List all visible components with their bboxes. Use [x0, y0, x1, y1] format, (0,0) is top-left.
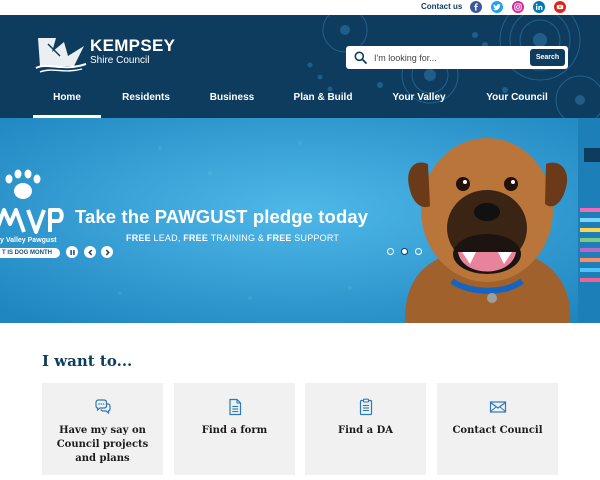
- card-label: Contact Council: [452, 425, 543, 436]
- twitter-icon[interactable]: [491, 1, 503, 13]
- chevron-left-icon: [87, 249, 92, 255]
- search-icon: [354, 51, 367, 64]
- utility-bar: Contact us: [0, 0, 600, 15]
- hero-sub-free-1: FREE: [126, 233, 151, 243]
- logo-emblem: [35, 38, 87, 73]
- hero-sub-support: SUPPORT: [291, 233, 340, 243]
- hero-sub-free-2: FREE: [183, 233, 209, 243]
- linkedin-icon[interactable]: [533, 1, 545, 13]
- nav-your-council[interactable]: Your Council: [476, 92, 558, 118]
- site-header: KEMPSEY Shire Council Search Home Reside…: [0, 15, 600, 118]
- nav-residents[interactable]: Residents: [114, 92, 178, 118]
- card-have-my-say[interactable]: Have my say on Council projects and plan…: [42, 383, 163, 475]
- nav-business[interactable]: Business: [198, 92, 266, 118]
- instagram-icon[interactable]: [512, 1, 524, 13]
- facebook-icon[interactable]: [470, 1, 482, 13]
- slide-dot-3[interactable]: [415, 248, 422, 255]
- hero-subheadline: FREE LEAD, FREE TRAINING & FREE SUPPORT: [126, 233, 339, 243]
- slide-dot-2[interactable]: [401, 248, 408, 255]
- logo-subtitle: Shire Council: [90, 55, 150, 66]
- page: Contact us KEMPSEY Shire Council I'm loo…: [0, 0, 600, 480]
- card-label: Have my say on Council projects and plan…: [56, 425, 149, 464]
- brand-pill: T IS DOG MONTH: [0, 248, 60, 258]
- previous-slide-button[interactable]: [84, 246, 96, 258]
- card-find-a-da[interactable]: Find a DA: [305, 383, 426, 475]
- card-find-a-form[interactable]: Find a form: [174, 383, 295, 475]
- nav-home[interactable]: Home: [33, 92, 101, 118]
- nav-plan-build[interactable]: Plan & Build: [284, 92, 362, 118]
- card-contact-council[interactable]: Contact Council: [437, 383, 558, 475]
- chevron-right-icon: [105, 249, 110, 255]
- search-bar: Search: [346, 46, 568, 69]
- search-button[interactable]: Search: [530, 49, 565, 66]
- main-nav: Home Residents Business Plan & Build You…: [0, 85, 600, 118]
- poster-fragment: [578, 118, 600, 323]
- hero-sub-training: TRAINING &: [208, 233, 267, 243]
- hero-headline[interactable]: Take the PAWGUST pledge today: [75, 206, 368, 228]
- hero-sub-free-3: FREE: [266, 233, 292, 243]
- envelope-icon: [489, 401, 506, 413]
- slide-dot-1[interactable]: [387, 248, 394, 255]
- hero-carousel[interactable]: y Valley Pawgust T IS DOG MONTH Take the…: [0, 118, 600, 323]
- clipboard-icon: [359, 398, 372, 416]
- speech-bubbles-icon: [94, 399, 111, 415]
- card-label: Find a DA: [337, 425, 394, 436]
- search-input[interactable]: [374, 49, 524, 66]
- youtube-icon[interactable]: [554, 1, 566, 13]
- nav-your-valley[interactable]: Your Valley: [383, 92, 455, 118]
- next-slide-button[interactable]: [101, 246, 113, 258]
- contact-us-link[interactable]: Contact us: [421, 2, 462, 11]
- kempsey-logo[interactable]: KEMPSEY Shire Council: [34, 32, 184, 76]
- pause-icon: [69, 249, 75, 255]
- i-want-to-heading: I want to...: [42, 352, 133, 370]
- card-label: Find a form: [201, 425, 268, 436]
- hero-sub-lead: LEAD,: [150, 233, 184, 243]
- document-icon: [228, 398, 241, 416]
- logo-title: KEMPSEY: [90, 36, 176, 55]
- pause-button[interactable]: [66, 246, 78, 258]
- brand-tagline: y Valley Pawgust: [0, 237, 57, 244]
